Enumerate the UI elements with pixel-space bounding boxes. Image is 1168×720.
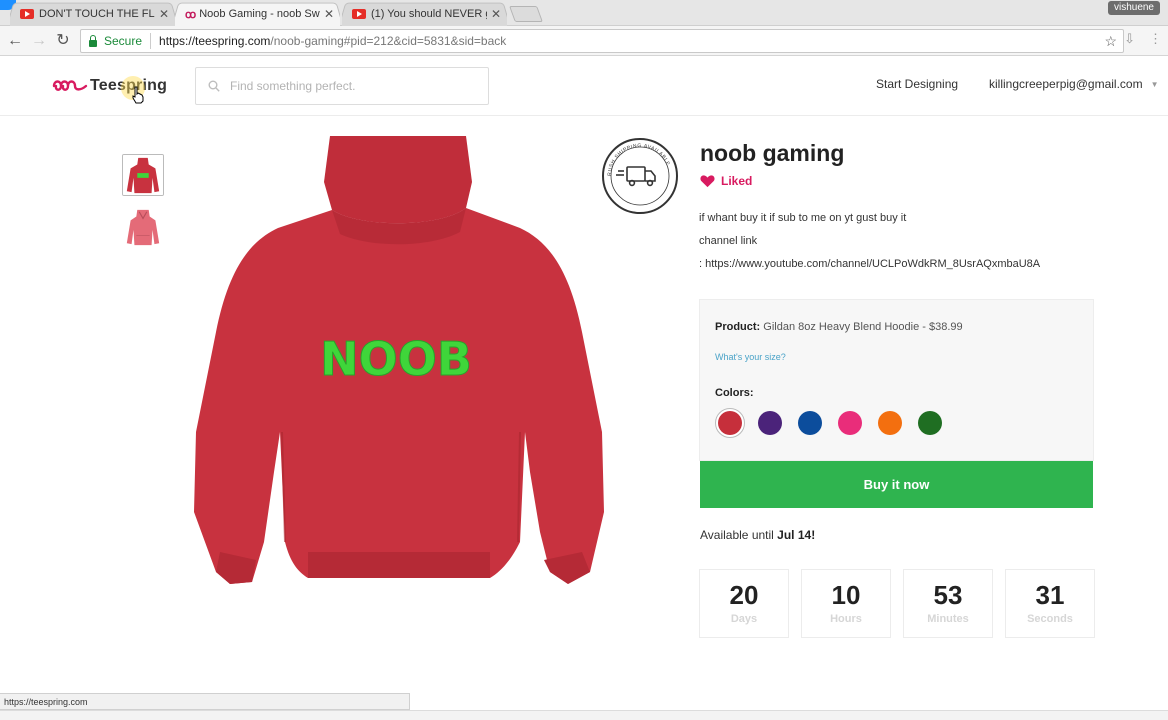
search-icon [208, 80, 220, 92]
product-title: noob gaming [700, 140, 845, 166]
product-options-panel: Product: Gildan 8oz Heavy Blend Hoodie -… [699, 299, 1094, 461]
lock-icon [89, 34, 97, 47]
url-path: /noob-gaming#pid=212&cid=5831&sid=back [270, 34, 507, 48]
color-swatches [715, 408, 955, 438]
menu-icon[interactable]: ⋮ [1149, 31, 1162, 47]
account-email: killingcreeperpig@gmail.com [989, 77, 1143, 91]
browser-status-bar: https://teespring.com [0, 693, 410, 710]
thumbnail-back-view[interactable] [122, 154, 164, 196]
hoodie-back-product-image: NOOB [194, 136, 604, 584]
youtube-favicon-icon [352, 9, 366, 19]
description-line: channel link [699, 235, 758, 247]
tab-close-icon[interactable]: ✕ [159, 7, 169, 21]
countdown-seconds: 31 Seconds [1005, 569, 1095, 638]
account-menu[interactable]: killingcreeperpig@gmail.com ▼ [989, 77, 1159, 91]
product-key: Product: [715, 321, 761, 333]
tab-close-icon[interactable]: ✕ [324, 7, 334, 21]
countdown-minutes: 53 Minutes [903, 569, 993, 638]
countdown-value: 53 [933, 580, 963, 610]
new-tab-button[interactable] [509, 6, 543, 22]
color-swatch-green[interactable] [915, 408, 945, 438]
countdown-value: 20 [729, 580, 759, 610]
countdown-value: 31 [1035, 580, 1065, 610]
search-input[interactable] [230, 79, 470, 93]
chevron-down-icon: ▼ [1150, 79, 1159, 89]
bottom-strip [0, 710, 1168, 720]
extension-icons: ⇩ ⋮ [1124, 31, 1162, 47]
forward-arrow-icon[interactable]: → [28, 30, 50, 52]
size-guide-link[interactable]: What's your size? [715, 352, 786, 362]
browser-profile-name[interactable]: vishuene [1107, 1, 1160, 15]
color-swatch-purple[interactable] [755, 408, 785, 438]
hoodie-print-text: NOOB [320, 332, 472, 386]
secure-label: Secure [104, 34, 143, 48]
product-value: Gildan 8oz Heavy Blend Hoodie - $38.99 [760, 321, 963, 333]
reload-icon[interactable]: ↻ [52, 30, 74, 52]
site-header: Teespring Start Designing killingcreeper… [0, 56, 1168, 116]
color-swatch-red[interactable] [715, 408, 745, 438]
tab-title: Noob Gaming - noob Swea [199, 8, 320, 20]
description-link[interactable]: : https://www.youtube.com/channel/UCLPoW… [699, 258, 1040, 270]
color-swatch-orange[interactable] [875, 408, 905, 438]
countdown-unit: Minutes [927, 613, 969, 625]
address-bar[interactable]: Secure https://teespring.com/noob-gaming… [80, 29, 1124, 53]
countdown-value: 10 [831, 580, 861, 610]
buy-it-now-button[interactable]: Buy it now [700, 461, 1093, 508]
liked-label: Liked [721, 174, 753, 188]
product-line: Product: Gildan 8oz Heavy Blend Hoodie -… [715, 321, 963, 333]
countdown-unit: Days [730, 613, 758, 625]
color-swatch-pink[interactable] [835, 408, 865, 438]
countdown-hours: 10 Hours [801, 569, 891, 638]
like-button[interactable]: Liked [700, 174, 752, 188]
colors-label: Colors: [715, 387, 754, 399]
teespring-logo-icon [52, 80, 88, 91]
available-prefix: Available until [700, 528, 778, 542]
countdown-unit: Hours [830, 613, 862, 625]
tab-title: DON'T TOUCH THE FLOO [39, 8, 155, 20]
url-host: https://teespring.com [159, 34, 271, 48]
color-swatch-royal-blue[interactable] [795, 408, 825, 438]
hoodie-back-thumbnail-image [123, 155, 163, 195]
browser-toolbar: ← → ↻ Secure https://teespring.com/noob-… [0, 26, 1168, 56]
browser-tab-strip: DON'T TOUCH THE FLOO ✕ ꝏ Noob Gaming - n… [0, 0, 1168, 26]
heart-icon [700, 175, 715, 188]
divider [150, 33, 152, 49]
countdown-unit: Seconds [1027, 613, 1073, 625]
bookmark-star-icon[interactable]: ☆ [1104, 33, 1117, 50]
browser-tab[interactable]: (1) You should NEVER give ✕ [342, 2, 507, 26]
teespring-favicon-icon: ꝏ [185, 8, 196, 21]
tab-close-icon[interactable]: ✕ [491, 7, 501, 21]
description-line: if whant buy it if sub to me on yt gust … [699, 212, 907, 224]
available-date: Jul 14! [777, 528, 816, 542]
rush-shipping-badge: RUSH SHIPPING AVAILABLE [602, 138, 678, 214]
tab-title: (1) You should NEVER give [371, 8, 487, 20]
countdown-timer: 20 Days 10 Hours 53 Minutes 31 Seconds [699, 569, 1095, 638]
teespring-logo[interactable]: Teespring [52, 76, 167, 96]
browser-tab[interactable]: DON'T TOUCH THE FLOO ✕ [10, 2, 175, 26]
availability-text: Available until Jul 14! [700, 528, 815, 542]
search-box[interactable] [195, 67, 489, 105]
browser-tab-active[interactable]: ꝏ Noob Gaming - noob Swea ✕ [175, 2, 340, 26]
back-arrow-icon[interactable]: ← [4, 30, 26, 52]
hoodie-front-thumbnail-image [123, 207, 163, 247]
hand-cursor-icon [132, 86, 144, 104]
countdown-days: 20 Days [699, 569, 789, 638]
thumbnail-front-view[interactable] [122, 206, 164, 248]
youtube-favicon-icon [20, 9, 34, 19]
extension-icon[interactable]: ⇩ [1124, 31, 1135, 47]
start-designing-link[interactable]: Start Designing [876, 77, 958, 91]
